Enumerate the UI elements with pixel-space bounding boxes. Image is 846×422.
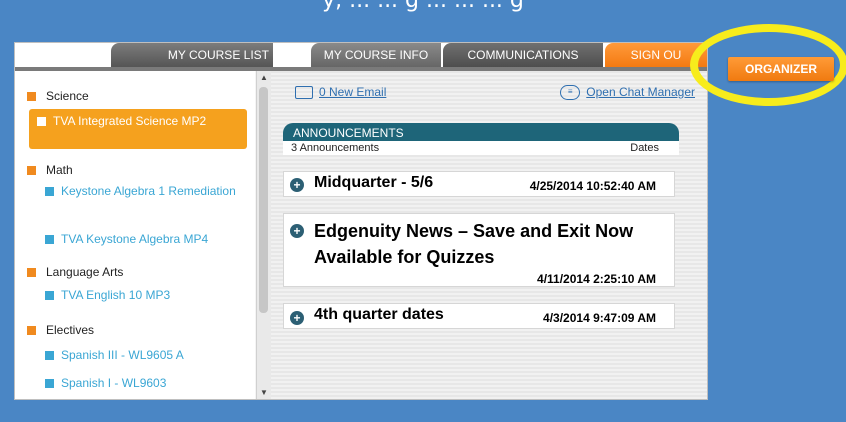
announcements-title: ANNOUNCEMENTS [293, 126, 404, 140]
announcements-count: 3 Announcements [291, 142, 380, 154]
course-window: MY COURSE LIST MY COURSE INFO COMMUNICAT… [14, 42, 708, 400]
category-bullet-icon [27, 268, 36, 278]
course-bullet-icon [45, 291, 54, 301]
course-sidebar: Science TVA Integrated Science MP2 Math … [15, 71, 255, 399]
category-bullet-icon [27, 92, 36, 102]
scroll-up-icon[interactable]: ▲ [260, 73, 268, 82]
announcement-item[interactable]: + Midquarter - 5/6 4/25/2014 10:52:40 AM [283, 171, 675, 197]
category-language-arts: Language Arts [27, 265, 123, 279]
sidebar-scrollbar[interactable]: ▲ ▼ [256, 71, 271, 399]
open-chat-manager-link[interactable]: ≡ Open Chat Manager [560, 85, 695, 101]
announcements-header: ANNOUNCEMENTS 3 Announcements Dates [283, 123, 679, 155]
tab-my-course-list[interactable]: MY COURSE LIST [111, 43, 273, 67]
announcement-item[interactable]: + Edgenuity News – Save and Exit Now Ava… [283, 213, 675, 287]
scrollbar-thumb[interactable] [259, 87, 268, 313]
tab-my-course-info[interactable]: MY COURSE INFO [311, 43, 441, 67]
announcement-item[interactable]: + 4th quarter dates 4/3/2014 9:47:09 AM [283, 303, 675, 329]
announcement-title: Midquarter - 5/6 [314, 174, 434, 191]
course-bullet-icon [37, 117, 46, 127]
category-science: Science [27, 89, 89, 103]
category-electives: Electives [27, 323, 94, 337]
announcements-subheader: 3 Announcements Dates [283, 141, 679, 155]
category-bullet-icon [27, 326, 36, 336]
expand-plus-icon[interactable]: + [290, 311, 304, 325]
course-item-integrated-science[interactable]: TVA Integrated Science MP2 [29, 109, 247, 149]
course-item-spanish-iii[interactable]: Spanish III - WL9605 A [45, 347, 250, 363]
course-item-english-10[interactable]: TVA English 10 MP3 [45, 287, 250, 303]
envelope-icon [295, 86, 313, 100]
chat-bubble-icon: ≡ [560, 85, 581, 101]
course-item-keystone-algebra-mp4[interactable]: TVA Keystone Algebra MP4 [45, 231, 250, 247]
tab-bar: MY COURSE LIST MY COURSE INFO COMMUNICAT… [15, 43, 707, 67]
course-bullet-icon [45, 187, 54, 197]
course-bullet-icon [45, 235, 54, 245]
announcement-title: 4th quarter dates [314, 306, 444, 323]
announcement-title: Edgenuity News – Save and Exit Now Avail… [314, 221, 634, 267]
course-bullet-icon [45, 351, 54, 361]
announcement-date: 4/11/2014 2:25:10 AM [537, 272, 656, 286]
scroll-down-icon[interactable]: ▼ [260, 388, 268, 397]
expand-plus-icon[interactable]: + [290, 224, 304, 238]
course-item-keystone-algebra-remediation[interactable]: Keystone Algebra 1 Remediation [33, 183, 248, 199]
slide-caption: y, ... ... g ... ... ... g [322, 0, 524, 13]
announcement-date: 4/3/2014 9:47:09 AM [543, 311, 656, 325]
dates-column-header: Dates [630, 142, 659, 154]
expand-plus-icon[interactable]: + [290, 178, 304, 192]
tab-communications[interactable]: COMMUNICATIONS [443, 43, 603, 67]
course-item-spanish-i[interactable]: Spanish I - WL9603 [45, 375, 250, 391]
course-info-panel: 0 New Email ≡ Open Chat Manager ANNOUNCEM… [271, 71, 707, 399]
course-bullet-icon [45, 379, 54, 389]
organizer-button[interactable]: ORGANIZER [728, 57, 834, 81]
new-email-link[interactable]: 0 New Email [295, 85, 386, 100]
category-math: Math [27, 163, 73, 177]
category-bullet-icon [27, 166, 36, 176]
announcement-date: 4/25/2014 10:52:40 AM [529, 179, 656, 193]
